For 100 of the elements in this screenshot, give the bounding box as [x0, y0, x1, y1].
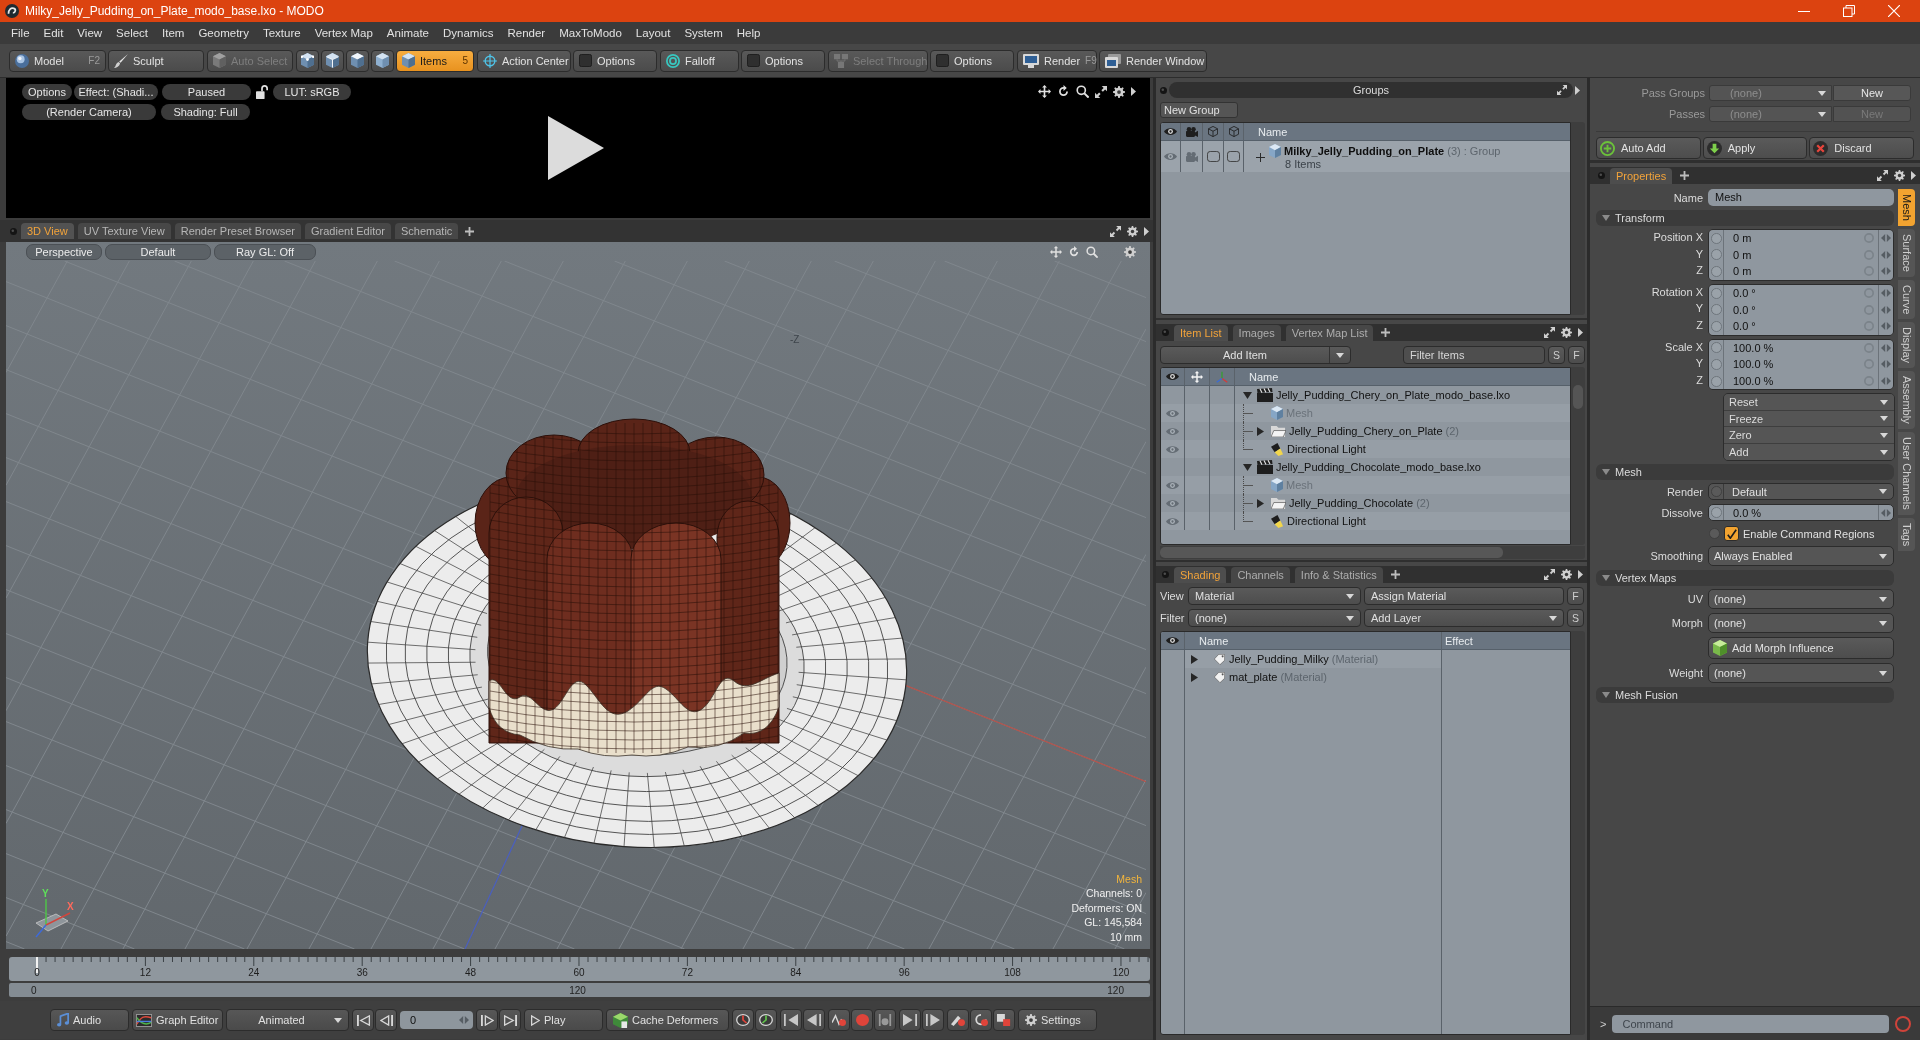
search-icon[interactable]	[1076, 85, 1089, 98]
panel-tab[interactable]: Vertex Map List	[1285, 325, 1374, 341]
options-button[interactable]: Options	[741, 49, 825, 72]
falloff-button[interactable]: Falloff	[660, 49, 739, 72]
item-name[interactable]: Directional Light	[1287, 515, 1366, 527]
discard-button[interactable]: Discard	[1809, 137, 1914, 159]
panel-tab[interactable]: Images	[1232, 325, 1281, 341]
panel-tab[interactable]: Properties	[1610, 168, 1673, 184]
audio-button[interactable]: Audio	[50, 1009, 129, 1031]
step-back-button[interactable]	[375, 1009, 397, 1031]
viewport-option-button[interactable]: Ray GL: Off	[214, 243, 316, 260]
skip-start-button[interactable]	[352, 1009, 374, 1031]
select-mode-button[interactable]	[296, 49, 319, 72]
viewport-tab[interactable]: Schematic	[395, 223, 459, 239]
caret-icon[interactable]	[1578, 328, 1583, 337]
filter-field[interactable]: Filter Items	[1403, 346, 1545, 364]
options-button[interactable]: Options	[573, 49, 657, 72]
maximize-icon[interactable]	[1095, 85, 1107, 98]
panel-tab[interactable]: Shading	[1174, 567, 1227, 583]
panel-tab[interactable]: Channels	[1231, 567, 1290, 583]
expand-icon[interactable]	[1256, 153, 1265, 162]
f-toggle-button[interactable]: F	[1568, 346, 1585, 364]
scrollbar[interactable]	[1571, 122, 1585, 315]
s-toggle-button[interactable]: S	[1548, 346, 1565, 364]
frame-field[interactable]: 0	[400, 1011, 473, 1029]
section-header[interactable]: Vertex Maps	[1596, 570, 1894, 587]
caret-icon[interactable]	[1575, 85, 1580, 95]
settings-button[interactable]: Settings	[1018, 1009, 1097, 1031]
add-item-dropdown[interactable]: Add Item	[1160, 346, 1351, 364]
checkbox-icon[interactable]	[1206, 151, 1220, 162]
cache-deformers-button[interactable]: Cache Deformers	[606, 1009, 729, 1031]
maximize-icon[interactable]	[1544, 569, 1555, 580]
sculpt-button[interactable]: Sculpt	[108, 49, 204, 72]
assign-material-button[interactable]: Assign Material	[1364, 587, 1564, 605]
mode-dropdown[interactable]: Animated	[226, 1009, 349, 1031]
menu-item[interactable]: View	[70, 22, 110, 44]
key-tool-button[interactable]	[993, 1009, 1015, 1031]
graph-editor-button[interactable]: Graph Editor	[132, 1009, 223, 1031]
ring-icon[interactable]	[1895, 1015, 1912, 1032]
key-tool-button[interactable]	[780, 1009, 802, 1031]
view-dropdown[interactable]: Material	[1188, 587, 1361, 605]
timeline-ruler[interactable]: 0 12 24 36 48 60 72 84 96 108 120	[9, 957, 1150, 981]
caret-icon[interactable]	[1578, 570, 1583, 579]
caret-icon[interactable]	[1911, 171, 1916, 180]
select-mode-button[interactable]	[371, 49, 394, 72]
maximize-icon[interactable]	[1544, 327, 1555, 338]
dropdown[interactable]: (none)	[1708, 663, 1894, 684]
render-button[interactable]: Render F9	[1017, 49, 1097, 72]
side-tab[interactable]: Surface	[1898, 228, 1915, 277]
expand-arrow-icon[interactable]	[1256, 426, 1264, 436]
menu-item[interactable]: Help	[729, 22, 768, 44]
padlock-icon[interactable]	[256, 85, 268, 99]
step-forward-button[interactable]	[476, 1009, 498, 1031]
menu-dropdown[interactable]: Reset	[1724, 394, 1894, 411]
menu-item[interactable]: Select	[109, 22, 156, 44]
close-icon[interactable]	[1888, 5, 1900, 17]
key-tool-button[interactable]	[732, 1009, 754, 1031]
menu-item[interactable]: Item	[155, 22, 192, 44]
maximize-icon[interactable]	[1557, 85, 1567, 95]
items-button[interactable]: Items 5	[396, 49, 474, 72]
apply-button[interactable]: Apply	[1702, 137, 1808, 159]
settings-icon[interactable]	[1127, 225, 1138, 237]
play-icon[interactable]	[548, 116, 604, 180]
scrollbar[interactable]	[1571, 631, 1585, 1035]
side-tab[interactable]: Mesh	[1898, 189, 1915, 226]
viewport-tab[interactable]: Render Preset Browser	[174, 223, 301, 239]
viewport-option-button[interactable]: Perspective	[26, 243, 102, 260]
new-button[interactable]: New	[1833, 85, 1911, 101]
section-header[interactable]: Mesh	[1596, 464, 1894, 481]
menu-item[interactable]: Geometry	[191, 22, 256, 44]
checkbox[interactable]	[1724, 526, 1739, 542]
preview-option-button[interactable]: Options	[22, 84, 72, 100]
settings-icon[interactable]	[1124, 245, 1136, 258]
side-tab[interactable]: Curve	[1898, 279, 1915, 320]
preview-option-button[interactable]: Effect: (Shadi...	[74, 84, 158, 100]
key-tool-button[interactable]	[970, 1009, 992, 1031]
menu-item[interactable]: Vertex Map	[307, 22, 380, 44]
viewport-tab[interactable]: Gradient Editor	[305, 223, 391, 239]
menu-item[interactable]: Layout	[628, 22, 678, 44]
group-name[interactable]: Milky_Jelly_Pudding_on_Plate (3) : Group	[1284, 144, 1501, 157]
viewport-tab[interactable]: 3D View	[21, 223, 74, 239]
viewport-option-button[interactable]: Default	[105, 243, 211, 260]
scrollbar[interactable]	[1160, 546, 1585, 559]
section-header[interactable]: Transform	[1596, 210, 1894, 226]
settings-icon[interactable]	[1894, 170, 1905, 181]
menu-item[interactable]: Edit	[36, 22, 71, 44]
new-group-button[interactable]: New Group	[1160, 102, 1238, 118]
preview-option-button[interactable]: Paused	[162, 84, 251, 100]
render-window-button[interactable]: Render Window	[1099, 49, 1207, 72]
caret-icon[interactable]	[1144, 226, 1149, 236]
move-icon[interactable]	[1038, 85, 1051, 98]
key-tool-button[interactable]	[899, 1009, 921, 1031]
item-name[interactable]: Directional Light	[1287, 443, 1366, 455]
expand-arrow-icon[interactable]	[1191, 672, 1198, 682]
add-layer-dropdown[interactable]: Add Layer	[1364, 609, 1564, 627]
s-toggle-button[interactable]: S	[1567, 609, 1584, 627]
select-mode-button[interactable]	[346, 49, 369, 72]
side-tab[interactable]: Display	[1898, 322, 1915, 369]
key-tool-button[interactable]	[828, 1009, 850, 1031]
model-button[interactable]: Model F2	[9, 49, 106, 72]
